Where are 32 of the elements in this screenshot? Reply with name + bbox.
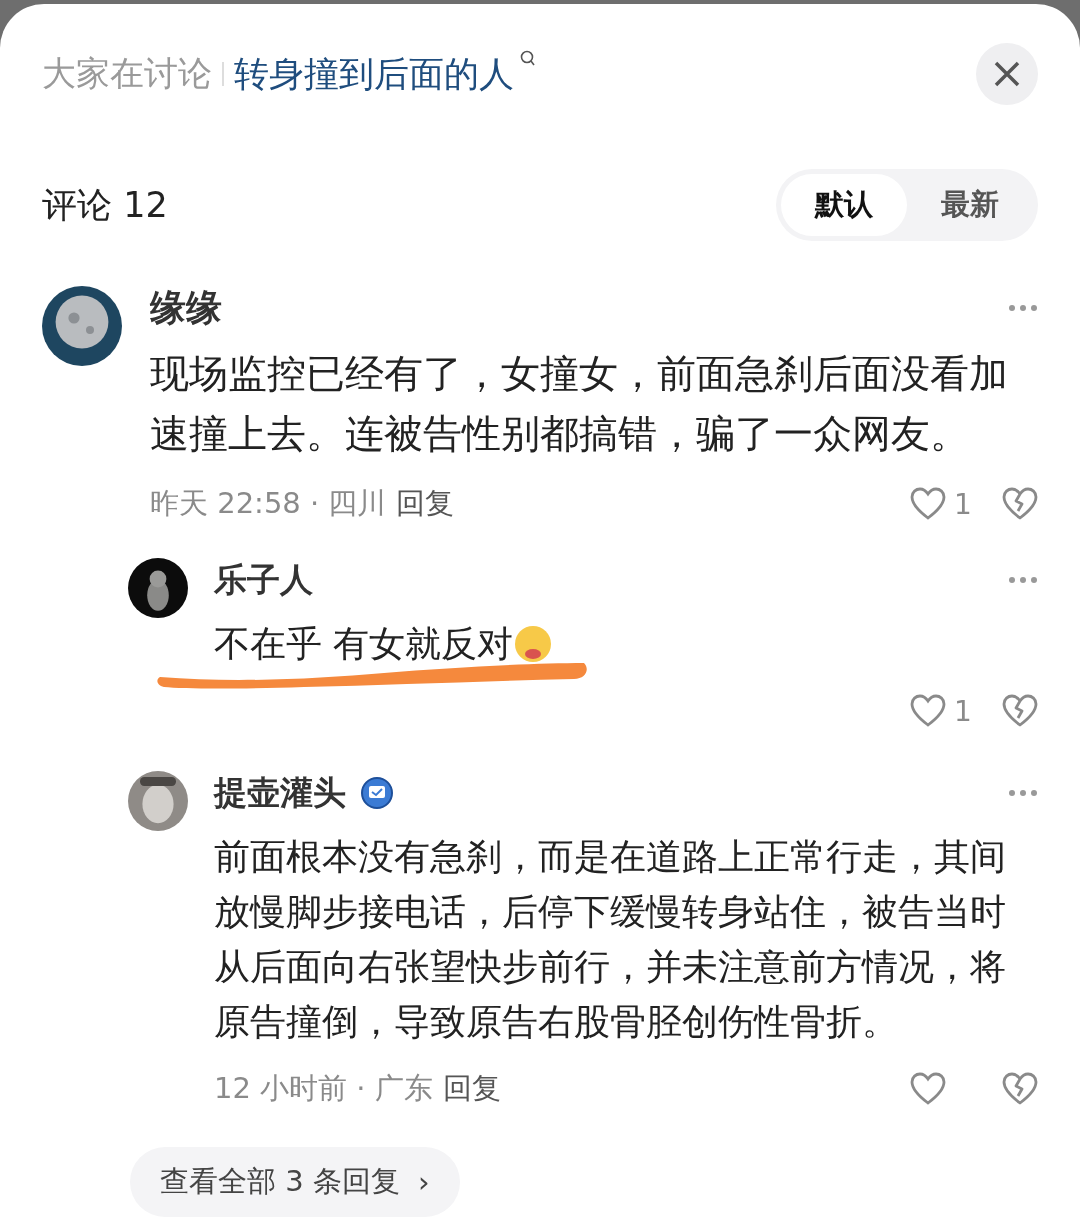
broken-heart-icon[interactable]: [1002, 694, 1038, 728]
heart-icon[interactable]: [910, 1072, 946, 1106]
search-icon: [520, 50, 536, 68]
close-icon: [993, 60, 1021, 88]
comment-meta: 昨天 22:58 · 四川: [150, 485, 387, 522]
comment-text: 不在乎 有女就反对: [214, 616, 1038, 671]
user-name[interactable]: 乐子人: [214, 557, 313, 603]
heart-icon[interactable]: [910, 487, 946, 521]
heart-icon[interactable]: [910, 694, 946, 728]
comment-text: 现场监控已经有了，女撞女，前面急刹后面没看加速撞上去。连被告性别都搞错，骗了一众网友。: [150, 350, 1009, 458]
sort-tab[interactable]: 最新: [907, 174, 1033, 236]
like-count: 1: [954, 694, 973, 728]
comment-text: 前面根本没有急刹，而是在道路上正常行走，其间放慢脚步接电话，后停下缓慢转身站住，被告当时从后面向右张望快步前行，并未注意前方情况，将原告撞倒，导致原告右股骨胫创伤性骨折。: [214, 835, 1007, 1044]
topic-link[interactable]: 转身撞到后面的人: [234, 50, 514, 98]
comments-title: 评论 12: [42, 183, 168, 227]
section-label: 大家在讨论: [42, 52, 212, 95]
reply-link[interactable]: 回复: [396, 484, 455, 524]
avatar[interactable]: [128, 771, 188, 831]
like-count: 1: [954, 487, 973, 521]
more-icon[interactable]: [1008, 576, 1038, 584]
reply-link[interactable]: 回复: [442, 1069, 501, 1109]
more-icon[interactable]: [1008, 304, 1038, 312]
sort-tab[interactable]: 默认: [781, 174, 907, 236]
avatar[interactable]: [42, 286, 122, 366]
user-name[interactable]: 提壶灌头: [214, 770, 346, 816]
broken-heart-icon[interactable]: [1002, 1072, 1038, 1106]
broken-heart-icon[interactable]: [1002, 487, 1038, 521]
more-icon[interactable]: [1008, 789, 1038, 797]
avatar[interactable]: [128, 558, 188, 618]
comment-meta: 12 小时前 · 广东: [214, 1070, 433, 1107]
user-name[interactable]: 缘缘: [150, 283, 222, 333]
view-all-replies-button[interactable]: 查看全部 3 条回复 ›: [130, 1147, 460, 1217]
